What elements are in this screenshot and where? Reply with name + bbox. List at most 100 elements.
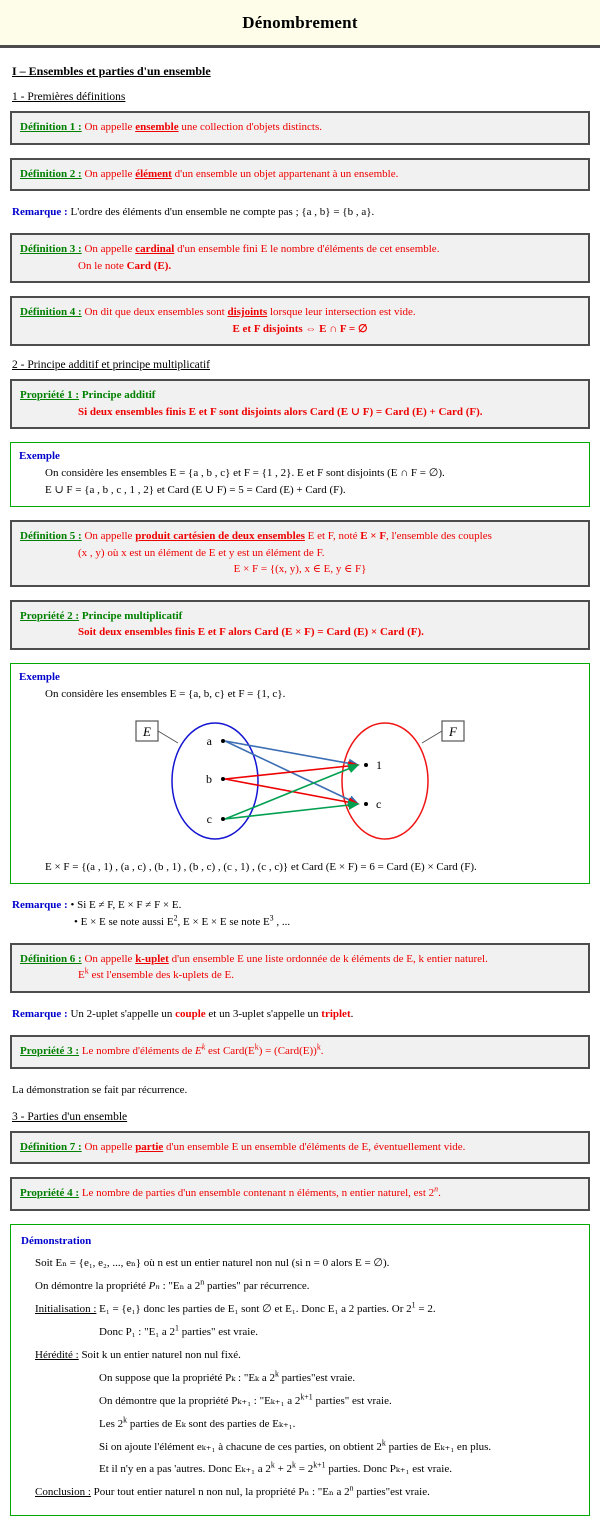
definition-5-line2: (x , y) où x est un élément de E et y es… [78,546,325,559]
element-e-c: c [207,812,212,826]
remarque-3-term-triplet: triplet [321,1007,351,1020]
heredite-l2-sup: k+1 [300,1392,313,1402]
remarque-2-b2-pre: • E × E se note aussi E [74,915,174,928]
definition-1-label: Définition 1 : [20,121,82,133]
demonstration-line-2-pre: On démontre la propriété [35,1280,149,1293]
definition-7-term: partie [135,1140,164,1153]
document-content: I – Ensembles et parties d'un ensemble 1… [0,48,600,1528]
heredite-l4-pre: Si on ajoute l'élément eₖ₊₁ à chacune de… [99,1440,382,1453]
heredite-line-1: On suppose que la propriété Pₖ : "Eₖ a 2… [21,1368,581,1389]
exemple-1-box: Exemple On considère les ensembles E = {… [10,442,590,508]
section-heading-2: 2 - Principe additif et principe multipl… [12,359,210,372]
heredite-l5-mid2: = 2 [296,1463,314,1476]
set-f-ellipse [341,722,429,840]
definition-7-label: Définition 7 : [20,1140,82,1153]
conclusion-pre: Pour tout entier naturel n non nul, la p… [93,1486,350,1499]
cartesian-product-diagram: E F a b c 1 c [19,709,581,855]
element-f-c: c [376,797,381,811]
definition-6-box: Définition 6 : On appelle k-uplet d'un e… [10,942,590,993]
demonstration-line-2-end: parties" par récurrence. [204,1280,310,1293]
definition-3-lead: On appelle [84,243,133,256]
exemple-2-label: Exemple [19,670,60,683]
remarque-3-pre: Un 2-uplet s'appelle un [70,1007,173,1020]
propriete-4-label: Propriété 4 : [20,1187,80,1200]
propriete-2-subtitle: Principe multiplicatif [81,609,183,622]
heredite-l2-end: parties" est vraie. [312,1394,392,1407]
propriete-2-label: Propriété 2 : [20,609,80,622]
initialisation-line-2: Donc P₁ : "E₁ a 21 parties" est vraie. [21,1322,581,1343]
propriete-1-box: Propriété 1 : Principe additif Si deux e… [10,379,590,430]
demonstration-box: Démonstration Soit Eₙ = {e₁, e₂, ..., eₙ… [10,1223,590,1517]
definition-7-lead: On appelle [84,1140,133,1153]
conclusion-label: Conclusion : [35,1486,91,1499]
initialisation-l1-pre: E₁ = {e₁} donc les parties de E₁ sont ∅ … [99,1303,412,1316]
definition-1-tail: une collection d'objets distincts. [181,121,323,133]
definition-5-term: produit cartésien de deux ensembles [135,530,305,543]
exemple-1-line2: E ∪ F = {a , b , c , 1 , 2} et Card (E ∪… [45,484,346,497]
conclusion-line: Conclusion : Pour tout entier naturel n … [21,1482,581,1503]
definition-5-box: Définition 5 : On appelle produit cartés… [10,520,590,587]
definition-4-lead: On dit que deux ensembles sont [84,306,225,319]
definition-7-tail: d'un ensemble E un ensemble d'éléments d… [166,1140,466,1153]
dot-e-a [221,738,225,743]
propriete-3-box: Propriété 3 : Le nombre d'éléments de Ek… [10,1035,590,1069]
exemple-1-line1: On considère les ensembles E = {a , b , … [45,467,445,480]
heredite-l5-mid: + 2 [274,1463,293,1476]
heredite-line-5: Et il n'y en a pas 'autres. Donc Eₖ₊₁ a … [21,1459,581,1480]
arrow-a-to-1 [224,739,360,768]
remarque-1-text: L'ordre des éléments d'un ensemble ne co… [70,206,375,218]
chapter-heading: I – Ensembles et parties d'un ensemble [12,64,211,78]
definition-2-box: Définition 2 : On appelle élément d'un e… [10,157,590,191]
title-banner: Dénombrement [0,0,600,48]
dot-f-1 [364,762,368,767]
heredite-line-0: Hérédité : Soit k un entier naturel non … [21,1345,581,1366]
definition-3-line2: On le note Card (E). [20,258,580,275]
heredite-line-3: Les 2k parties de Eₖ sont des parties de… [21,1414,581,1435]
heredite-l2-pre: On démontre que la propriété Pₖ₊₁ : "Eₖ₊… [99,1394,301,1407]
heredite-l3-pre: Les 2 [99,1417,124,1430]
exemple-2-line1: On considère les ensembles E = {a, b, c}… [45,687,286,700]
heredite-l1-end: parties"est vraie. [278,1371,356,1384]
heredite-l4-end: parties de Eₖ₊₁ en plus. [385,1440,492,1453]
definition-7-box: Définition 7 : On appelle partie d'un en… [10,1130,590,1165]
propriete-2-box: Propriété 2 : Principe multiplicatif Soi… [10,599,590,650]
propriete-3-formula-end: . [320,1045,324,1058]
definition-2-tail: d'un ensemble un objet appartenant à un … [174,167,399,180]
definition-2-label: Définition 2 : [20,167,82,180]
demonstration-line-2-mid: : "Eₙ a 2 [159,1280,201,1293]
initialisation-l1-end: = 2. [415,1303,436,1316]
definition-4-label: Définition 4 : [20,306,82,319]
definition-4-term: disjoints [227,306,268,319]
definition-1-lead: On appelle [84,121,133,133]
set-f-label: F [448,724,458,739]
definition-3-term: cardinal [135,243,175,256]
remarque-1: Remarque : L'ordre des éléments d'un ens… [12,204,590,221]
definition-5-tail1: E et F, noté [307,530,358,543]
definition-6-term: k-uplet [135,952,169,965]
element-f-1: 1 [376,758,382,772]
definition-6-line2: Ek est l'ensemble des k-uplets de E. [20,967,580,984]
heredite-l3-end: parties de Eₖ sont des parties de Eₖ₊₁. [127,1417,296,1430]
exemple-1-label: Exemple [19,450,60,463]
set-f-leader-line [421,730,443,744]
set-e-label: E [142,724,151,739]
definition-3-card-notation: Card (E). [126,259,172,272]
demonstration-line-1: Soit Eₙ = {e₁, e₂, ..., eₙ} où n est un … [35,1257,390,1270]
element-e-b: b [206,772,212,786]
remarque-3-term-couple: couple [175,1007,206,1020]
remarque-3-end: . [350,1007,354,1020]
heredite-line-2: On démontre que la propriété Pₖ₊₁ : "Eₖ₊… [21,1391,581,1412]
propriete-3-symbol: E [194,1045,202,1058]
propriete-1-subtitle: Principe additif [81,389,156,402]
definition-6-line2-pre: E [78,969,85,982]
initialisation-l2-pre: Donc P₁ : "E₁ a 2 [99,1326,176,1339]
propriete-4-box: Propriété 4 : Le nombre de parties d'un … [10,1177,590,1211]
bipartite-mapping-svg: E F a b c 1 c [135,720,465,840]
propriete-3-formula-mid: ) = (Card(E)) [258,1045,317,1058]
dot-f-c [364,801,368,806]
definition-2-term: élément [135,167,172,180]
remarque-2-b2-mid: , E × E × E se note E [177,915,270,928]
definition-3-box: Définition 3 : On appelle cardinal d'un … [10,233,590,284]
definition-4-box: Définition 4 : On dit que deux ensembles… [10,296,590,347]
definition-6-tail: d'un ensemble E une liste ordonnée de k … [171,952,488,965]
